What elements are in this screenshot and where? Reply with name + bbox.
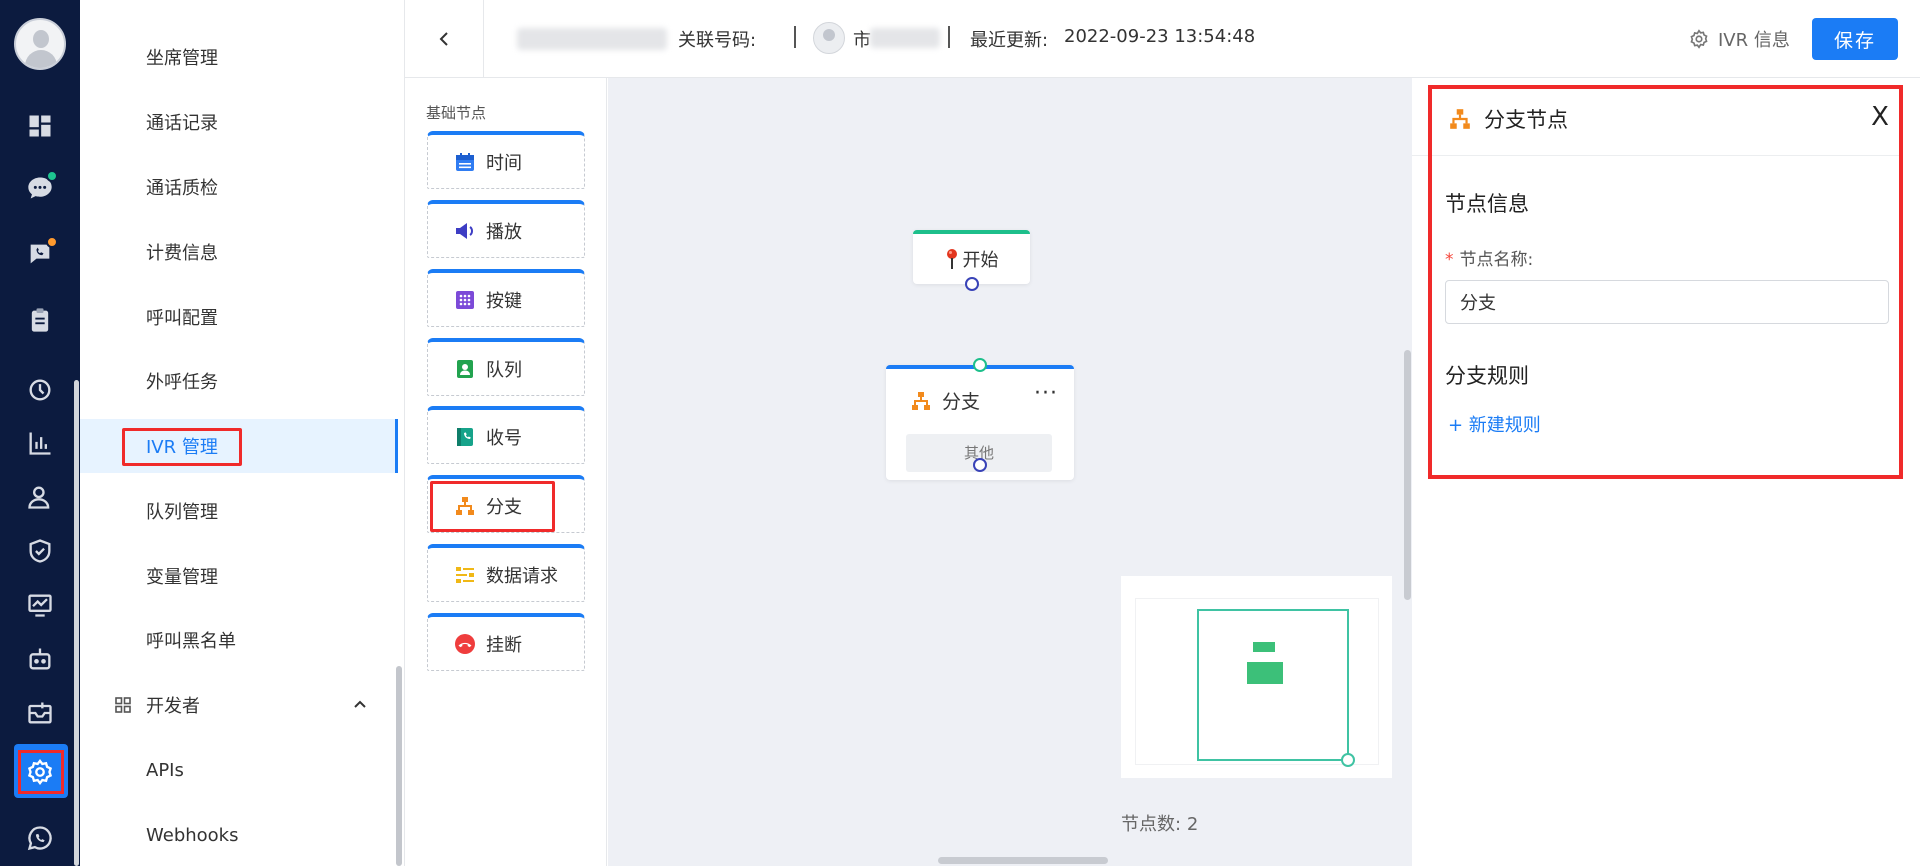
palette-node-collect-digits[interactable]: 收号 [427, 406, 585, 464]
palette-node-keypress[interactable]: 按键 [427, 269, 585, 327]
menu-item-agents[interactable]: 坐席管理 [80, 30, 398, 84]
minimap-viewport[interactable] [1197, 609, 1349, 761]
start-node-label: 开始 [962, 250, 999, 271]
blurred-user-name [870, 28, 940, 48]
palette-node-label: 收号 [486, 427, 522, 449]
clipboard-icon[interactable] [24, 304, 56, 336]
menu-item-blacklist[interactable]: 呼叫黑名单 [80, 613, 398, 667]
highlight-frame [1428, 85, 1903, 479]
related-number-label: 关联号码: [678, 30, 757, 51]
palette-node-label: 队列 [486, 359, 522, 381]
branch-node-label: 分支 [942, 391, 981, 413]
palette-node-play[interactable]: 播放 [427, 200, 585, 258]
related-user-text: 市 [853, 30, 871, 51]
phone-chat-icon[interactable] [24, 236, 58, 270]
queue-icon [457, 359, 473, 378]
hang-up-icon [455, 633, 475, 654]
highlight-frame [122, 428, 242, 466]
updated-value: 2022-09-23 13:54:48 [1064, 26, 1256, 47]
node-count: 节点数: 2 [1121, 810, 1198, 836]
calendar-icon [456, 152, 474, 171]
canvas-horizontal-scrollbar[interactable] [938, 857, 1108, 864]
ivr-info-button[interactable]: IVR 信息 [1688, 26, 1790, 52]
dashboard-icon[interactable] [24, 110, 56, 142]
menu-item-billing[interactable]: 计费信息 [80, 225, 398, 279]
ivr-info-label: IVR 信息 [1718, 30, 1790, 51]
menu-item-apis[interactable]: APIs [80, 743, 398, 797]
chevron-up-icon[interactable] [352, 696, 368, 712]
user-avatar[interactable] [14, 18, 66, 70]
save-button[interactable]: 保存 [1812, 18, 1898, 60]
gear-icon [1690, 29, 1708, 49]
menu-item-call-quality[interactable]: 通话质检 [80, 160, 398, 214]
header-separator [948, 26, 950, 48]
minimap-node [1253, 642, 1275, 652]
minimap-node [1247, 662, 1283, 684]
data-request-icon [456, 566, 474, 583]
speaker-icon [456, 222, 474, 239]
chevron-left-icon [439, 32, 448, 46]
start-node-out-port[interactable] [965, 277, 979, 291]
menu-group-developer[interactable]: 开发者 [80, 678, 398, 732]
node-count-label: 节点数: [1121, 814, 1182, 835]
chat-icon[interactable] [24, 170, 58, 204]
menu-scrollbar[interactable] [396, 666, 402, 866]
back-button[interactable] [427, 22, 461, 56]
contacts-icon[interactable] [24, 481, 56, 513]
highlight-frame [18, 750, 64, 794]
inbox-icon[interactable] [24, 697, 56, 729]
menu-item-call-records[interactable]: 通话记录 [80, 95, 398, 149]
palette-node-label: 播放 [486, 221, 522, 243]
menu-item-variables[interactable]: 变量管理 [80, 549, 398, 603]
updated-label: 最近更新: [970, 30, 1049, 51]
palette-node-label: 挂断 [486, 634, 522, 656]
icon-rail [0, 0, 80, 866]
blurred-ivr-name [517, 28, 667, 50]
keypad-icon [456, 290, 474, 309]
start-node[interactable]: 开始 [913, 230, 1030, 284]
menu-item-outbound-tasks[interactable]: 外呼任务 [80, 354, 398, 408]
minimap-resize-handle[interactable] [1341, 753, 1355, 767]
branch-node-in-port[interactable] [973, 358, 987, 372]
canvas-vertical-scrollbar[interactable] [1404, 350, 1411, 600]
flow-canvas[interactable]: 开始 分支 ··· 其他 节点数: 2 [608, 78, 1412, 866]
menu-item-webhooks[interactable]: Webhooks [80, 808, 398, 862]
menu-group-label: 开发者 [146, 696, 200, 717]
phone-badge [46, 236, 58, 248]
editor-header: 关联号码: 市 最近更新: 2022-09-23 13:54:48 IVR 信息… [405, 0, 1920, 78]
header-divider [483, 0, 484, 78]
branch-node-title: 分支 [910, 387, 980, 414]
branch-other-out-port[interactable] [973, 458, 987, 472]
palette-title: 基础节点 [426, 104, 487, 122]
branch-icon [912, 391, 930, 410]
related-user-avatar [813, 22, 845, 54]
history-icon[interactable] [24, 374, 56, 406]
node-count-value: 2 [1186, 814, 1199, 835]
bar-chart-icon[interactable] [24, 427, 56, 459]
whatsapp-icon[interactable] [24, 822, 56, 854]
pin-icon [946, 249, 957, 269]
shield-icon[interactable] [24, 535, 56, 567]
rail-scrollbar[interactable] [74, 380, 79, 866]
palette-node-data-request[interactable]: 数据请求 [427, 544, 585, 602]
robot-icon[interactable] [24, 643, 56, 675]
highlight-frame [430, 481, 555, 532]
grid-icon [115, 697, 131, 713]
palette-node-label: 时间 [486, 152, 522, 174]
menu-item-queues[interactable]: 队列管理 [80, 484, 398, 538]
palette-node-queue[interactable]: 队列 [427, 338, 585, 396]
palette-node-label: 数据请求 [486, 565, 558, 587]
monitor-chart-icon[interactable] [24, 589, 56, 621]
chat-badge [46, 170, 58, 182]
minimap[interactable] [1121, 576, 1392, 778]
palette-node-time[interactable]: 时间 [427, 131, 585, 189]
palette-node-hang-up[interactable]: 挂断 [427, 613, 585, 671]
node-palette: 基础节点 时间 播放 按键 队列 收号 分支 数据请求 挂断 [405, 78, 607, 866]
palette-node-label: 按键 [486, 290, 522, 312]
phone-book-icon [457, 427, 473, 446]
header-separator [794, 26, 796, 48]
menu-item-call-config[interactable]: 呼叫配置 [80, 290, 398, 344]
more-options-button[interactable]: ··· [1034, 381, 1058, 406]
